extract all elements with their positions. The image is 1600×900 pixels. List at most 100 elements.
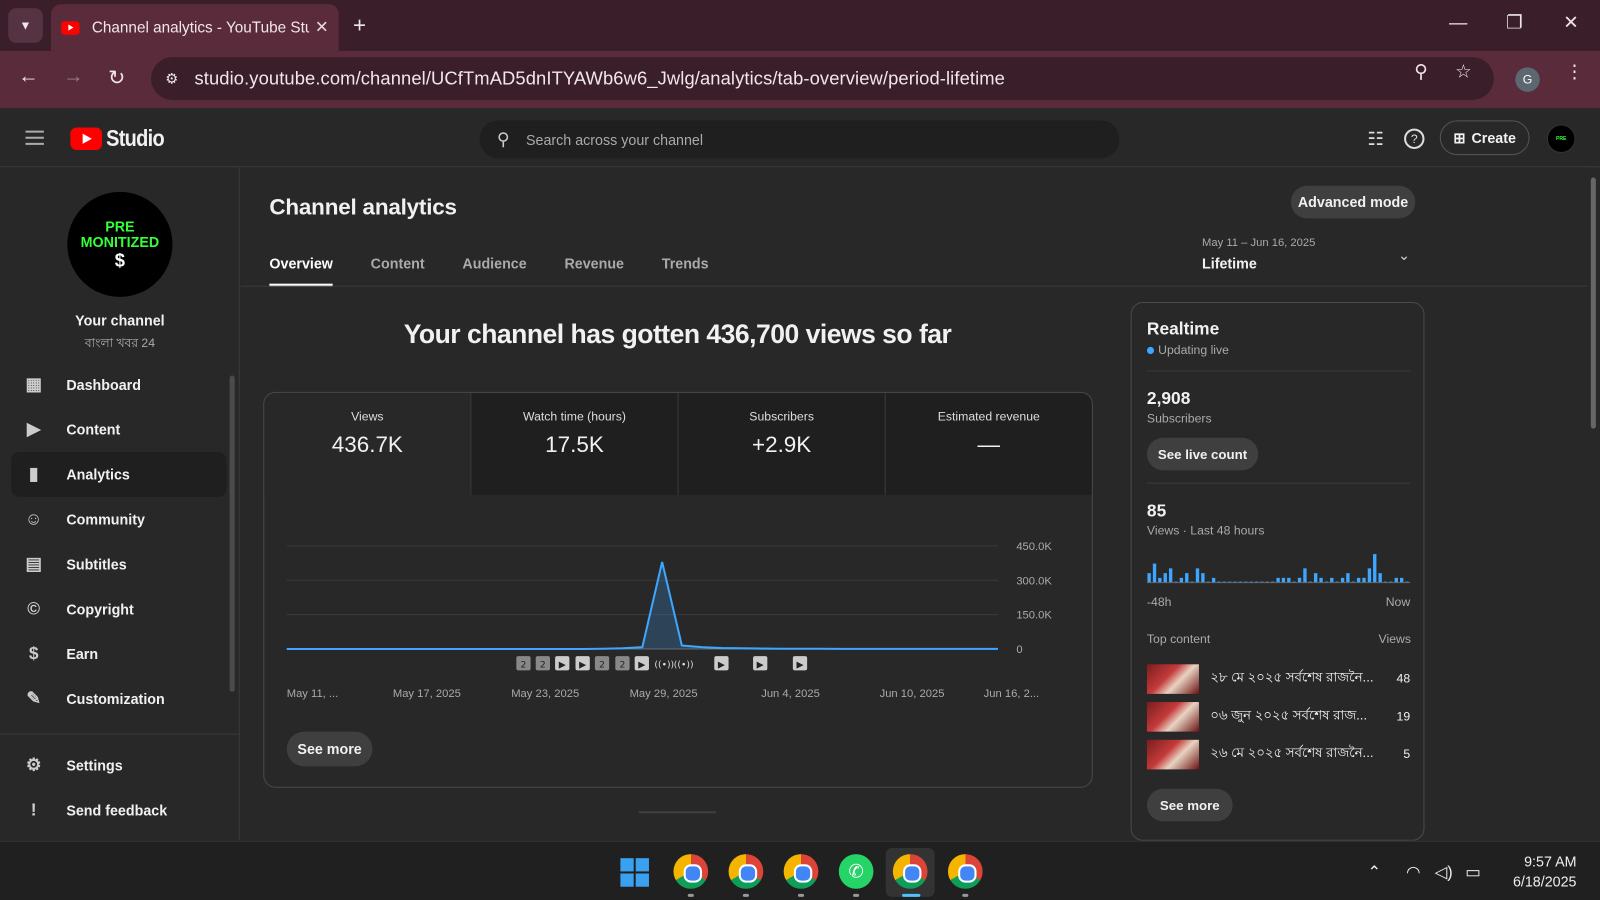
- metric-watch-time[interactable]: Watch time (hours) 17.5K: [470, 392, 678, 495]
- chrome-profile-icon[interactable]: [892, 854, 928, 889]
- divider: [1146, 370, 1411, 372]
- realtime-see-more-button[interactable]: See more: [1146, 788, 1233, 822]
- sidebar-item-earn[interactable]: $ Earn: [11, 632, 226, 677]
- live-label: Updating live: [1158, 342, 1229, 358]
- sidebar-item-analytics[interactable]: ▮ Analytics: [11, 452, 227, 497]
- tab-audience[interactable]: Audience: [462, 255, 526, 287]
- sidebar-item-settings[interactable]: ⚙ Settings: [11, 743, 226, 788]
- views-line-chart: 450.0K 300.0K 150.0K 0 2 2 ▶ ▶ 2 2 ▶ ((•)) ((•)) ▶ ▶ ▶ M…: [286, 541, 1052, 700]
- search-input[interactable]: ⚲ Search across your channel: [479, 120, 1120, 159]
- menu-icon[interactable]: [25, 130, 44, 145]
- restore-button[interactable]: ❐: [1506, 12, 1522, 33]
- new-tab-button[interactable]: +: [353, 12, 366, 39]
- sidebar-item-dashboard[interactable]: ▦ Dashboard: [11, 362, 226, 407]
- period-selector[interactable]: May 11 – Jun 16, 2025 Lifetime ⌄: [1202, 237, 1410, 272]
- create-label: Create: [1471, 129, 1516, 146]
- sidebar-item-copyright[interactable]: © Copyright: [11, 587, 226, 632]
- chrome-profile-icon[interactable]: [673, 854, 709, 889]
- site-info-icon[interactable]: ⚙: [165, 70, 178, 87]
- video-marker-label: 2: [620, 659, 626, 670]
- address-bar[interactable]: ⚙ studio.youtube.com/channel/UCfTmAD5dnI…: [151, 57, 1494, 100]
- forward-button[interactable]: →: [63, 65, 83, 88]
- zoom-icon[interactable]: ⚲: [1414, 61, 1427, 82]
- sidebar-item-label: Analytics: [66, 466, 130, 483]
- x-tick-label: May 17, 2025: [393, 688, 461, 700]
- sidebar-item-label: Copyright: [66, 601, 134, 618]
- profile-avatar[interactable]: G: [1515, 67, 1540, 92]
- battery-icon[interactable]: ▭: [1465, 862, 1480, 882]
- close-window-button[interactable]: ✕: [1563, 12, 1578, 33]
- sidebar-item-label: Dashboard: [66, 376, 141, 393]
- metric-subscribers[interactable]: Subscribers +2.9K: [677, 392, 885, 495]
- whatsapp-icon[interactable]: ✆: [838, 854, 874, 889]
- realtime-bar: [1281, 577, 1286, 583]
- channel-avatar[interactable]: PRE MONITIZED $: [67, 191, 173, 297]
- tray-chevron-up-icon[interactable]: ⌃: [1367, 862, 1381, 882]
- tab-search-button[interactable]: ▼: [8, 8, 43, 43]
- tab-title: Channel analytics - YouTube Studio: [91, 18, 309, 37]
- volume-icon[interactable]: ◁): [1435, 862, 1453, 882]
- chrome-profile-icon[interactable]: [783, 854, 819, 889]
- see-more-button[interactable]: See more: [286, 731, 373, 767]
- advanced-mode-button[interactable]: Advanced mode: [1290, 185, 1416, 219]
- sidebar-scrollbar[interactable]: [229, 375, 235, 692]
- realtime-panel: Realtime Updating live 2,908 Subscribers…: [1130, 302, 1425, 841]
- browser-toolbar: ← → ↻ ⚙ studio.youtube.com/channel/UCfTm…: [0, 51, 1600, 109]
- minimize-button[interactable]: —: [1449, 12, 1467, 33]
- x-tick-label: Jun 16, 2...: [984, 688, 1040, 700]
- sidebar-item-customization[interactable]: ✎ Customization: [11, 677, 226, 722]
- realtime-bar: [1168, 568, 1173, 583]
- wifi-icon[interactable]: ◠: [1406, 862, 1420, 882]
- top-content-item[interactable]: ২৮ মে ২০২৫ সর্বশেষ রাজনৈ... 48: [1146, 663, 1411, 694]
- create-button[interactable]: ⊞ Create: [1439, 120, 1530, 156]
- video-views: 5: [1403, 746, 1411, 762]
- tab-content[interactable]: Content: [371, 255, 425, 287]
- chrome-profile-icon[interactable]: [947, 854, 983, 889]
- avatar-text-line: $: [114, 249, 125, 270]
- messages-icon[interactable]: ☷: [1367, 129, 1383, 150]
- channel-name: বাংলা খবর 24: [84, 335, 156, 350]
- youtube-logo-icon: [70, 127, 103, 150]
- bookmark-star-icon[interactable]: ☆: [1455, 61, 1471, 82]
- tab-overview[interactable]: Overview: [269, 255, 333, 287]
- realtime-bar: [1313, 573, 1318, 583]
- sidebar-item-label: Send feedback: [66, 802, 168, 819]
- tab-trends[interactable]: Trends: [662, 255, 709, 287]
- views-column-label: Views: [1378, 631, 1412, 646]
- dashboard-icon: ▦: [25, 374, 42, 394]
- top-content-item[interactable]: ২৬ মে ২০২৫ সর্বশেষ রাজনৈ... 5: [1146, 739, 1411, 770]
- realtime-bar: [1362, 577, 1366, 583]
- sidebar-item-community[interactable]: ☺ Community: [11, 497, 226, 542]
- tab-revenue[interactable]: Revenue: [564, 255, 624, 287]
- studio-logo[interactable]: Studio: [70, 124, 174, 152]
- views-48h-label: Views · Last 48 hours: [1146, 523, 1265, 538]
- sidebar-item-label: Community: [66, 511, 145, 528]
- account-avatar[interactable]: PRE: [1546, 124, 1576, 154]
- sidebar-item-content[interactable]: ▶ Content: [11, 407, 226, 452]
- see-live-count-button[interactable]: See live count: [1146, 437, 1259, 471]
- channel-label: Your channel: [75, 312, 165, 329]
- sidebar-item-subtitles[interactable]: ▤ Subtitles: [11, 542, 226, 587]
- browser-tab[interactable]: Channel analytics - YouTube Studio ✕: [51, 4, 339, 52]
- back-button[interactable]: ←: [18, 65, 38, 88]
- realtime-bar: [1319, 577, 1323, 583]
- metric-views[interactable]: Views 436.7K: [264, 392, 471, 495]
- close-tab-icon[interactable]: ✕: [315, 17, 329, 37]
- video-views: 48: [1396, 671, 1411, 686]
- main-scrollbar[interactable]: [1590, 177, 1596, 429]
- taskbar-clock[interactable]: 9:57 AM 6/18/2025: [1500, 851, 1577, 892]
- windows-start-icon[interactable]: [620, 858, 649, 887]
- realtime-bar: [1195, 568, 1200, 583]
- x-tick-label: May 29, 2025: [630, 688, 698, 700]
- chrome-profile-icon[interactable]: [728, 854, 764, 889]
- realtime-bar: [1340, 577, 1345, 583]
- realtime-bar: [1211, 577, 1216, 583]
- browser-menu-icon[interactable]: ⋮: [1565, 61, 1583, 82]
- reload-button[interactable]: ↻: [108, 65, 125, 91]
- sidebar-item-send-feedback[interactable]: ! Send feedback: [11, 788, 226, 833]
- metric-revenue[interactable]: Estimated revenue —: [884, 392, 1092, 495]
- main-content: Channel analytics Advanced mode Overview…: [240, 167, 1596, 841]
- top-content-item[interactable]: ০৬ জুন ২০২৫ সর্বশেষ রাজ... 19: [1146, 701, 1410, 732]
- help-icon[interactable]: ?: [1404, 128, 1425, 149]
- realtime-bar: [1276, 577, 1280, 583]
